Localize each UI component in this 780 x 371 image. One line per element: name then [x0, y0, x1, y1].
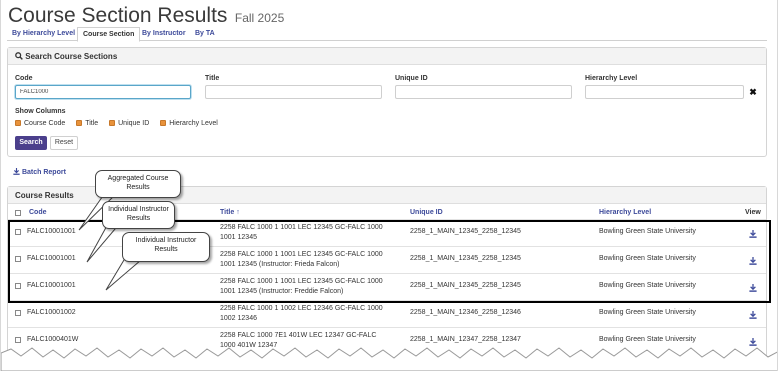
column-toggle-unique-id[interactable]: Unique ID — [109, 120, 149, 127]
term-label: Fall 2025 — [234, 11, 285, 25]
page-title: Course Section Results — [8, 4, 228, 27]
page: Course Section Results Fall 2025 By Hier… — [0, 0, 778, 371]
column-toggle-hierarchy-level[interactable]: Hierarchy Level — [160, 120, 218, 127]
search-button[interactable]: Search — [15, 136, 47, 150]
cell-title: 2258 FALC 1000 1 1002 LEC 12346 GC-FALC … — [220, 305, 383, 322]
title-label: Title — [205, 75, 220, 82]
tab-by-instructor[interactable]: By Instructor — [137, 27, 191, 41]
table-row: FALC10001002 2258 FALC 1000 1 1002 LEC 1… — [8, 300, 766, 327]
download-icon — [13, 168, 22, 176]
cell-unique-id: 2258_1_MAIN_12346_2258_12346 — [410, 309, 521, 316]
cell-hierarchy: Bowling Green State University — [599, 309, 696, 316]
checkbox-icon[interactable] — [15, 120, 21, 127]
callout-individual-instructor: Individual Instructor Results — [122, 232, 210, 262]
column-toggle-course-code[interactable]: Course Code — [15, 120, 65, 127]
callout-aggregated: Aggregated Course Results — [95, 170, 181, 198]
code-input[interactable] — [15, 85, 191, 99]
column-toggle-title[interactable]: Title — [76, 120, 98, 127]
unique-id-input[interactable] — [395, 85, 572, 99]
search-icon — [15, 52, 25, 61]
hierarchy-level-input[interactable] — [585, 85, 744, 99]
cell-unique-id: 2258_1_MAIN_12347_2258_12347 — [410, 336, 521, 343]
hierarchy-level-label: Hierarchy Level — [585, 75, 638, 82]
tab-by-hierarchy-level[interactable]: By Hierarchy Level — [7, 27, 80, 41]
title-input[interactable] — [205, 85, 382, 99]
show-columns-label: Show Columns — [15, 108, 66, 115]
checkbox-icon[interactable] — [160, 120, 167, 127]
tab-course-section[interactable]: Course Section — [77, 27, 141, 42]
tab-bar: By Hierarchy Level Course Section By Ins… — [7, 27, 767, 42]
tab-by-ta[interactable]: By TA — [190, 27, 220, 41]
row-checkbox[interactable] — [15, 310, 21, 316]
clear-icon[interactable]: ✖ — [746, 85, 760, 99]
callout-individual-instructor: Individual Instructor Results — [102, 201, 175, 229]
code-label: Code — [15, 75, 33, 82]
checkbox-icon[interactable] — [76, 120, 83, 127]
header-code[interactable]: Code — [29, 209, 47, 216]
search-panel-header: Search Course Sections — [8, 48, 766, 65]
batch-report-link[interactable]: Batch Report — [13, 168, 66, 176]
search-panel-title: Search Course Sections — [25, 52, 118, 61]
download-icon[interactable] — [749, 311, 757, 319]
show-columns-options: Course Code Title Unique ID Hierarchy Le… — [15, 120, 227, 129]
search-panel: Search Course Sections Code Title Unique… — [7, 47, 767, 157]
batch-report-label: Batch Report — [21, 169, 66, 176]
reset-button[interactable]: Reset — [50, 136, 78, 150]
page-title-row: Course Section Results Fall 2025 — [8, 4, 284, 28]
cell-code: FALC10001002 — [27, 309, 76, 316]
header-view: View — [745, 209, 761, 216]
unique-id-label: Unique ID — [395, 75, 428, 82]
checkbox-icon[interactable] — [109, 120, 116, 127]
cell-code: FALC1000401W — [27, 336, 79, 343]
header-hierarchy-level[interactable]: Hierarchy Level — [599, 209, 651, 216]
cell-hierarchy: Bowling Green State University — [599, 336, 696, 343]
torn-edge — [1, 347, 777, 371]
select-all-checkbox[interactable] — [15, 210, 21, 216]
header-title[interactable]: Title ↑ — [220, 209, 240, 216]
highlight-box — [8, 220, 771, 303]
row-checkbox[interactable] — [15, 337, 21, 343]
header-unique-id[interactable]: Unique ID — [410, 209, 443, 216]
